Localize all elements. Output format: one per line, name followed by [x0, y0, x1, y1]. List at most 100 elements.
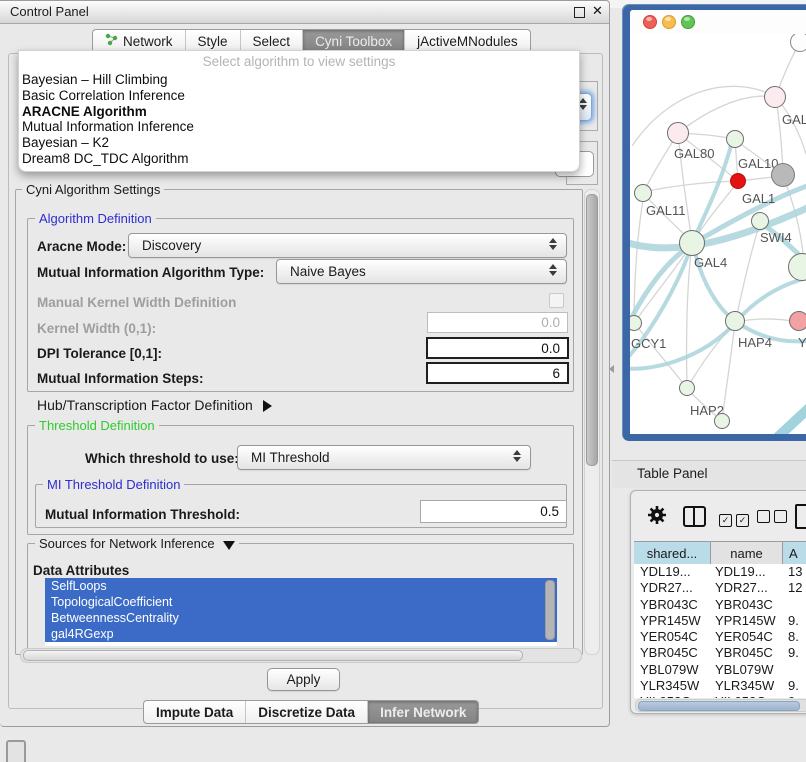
- control-panel-titlebar: Control Panel ✕: [0, 1, 609, 24]
- network-node[interactable]: [725, 311, 745, 331]
- node-label: GAL80: [674, 146, 714, 161]
- table-row[interactable]: YDL19...YDL19...13: [634, 564, 806, 580]
- dpi-tolerance-label: DPI Tolerance [0,1]:: [37, 346, 162, 361]
- mi-steps-label: Mutual Information Steps:: [37, 371, 204, 386]
- column-header-clipped[interactable]: A: [783, 542, 806, 565]
- which-threshold-combo[interactable]: MI Threshold: [237, 445, 531, 470]
- kernel-width-field[interactable]: 0.0: [427, 312, 568, 333]
- table-row[interactable]: YLR345WYLR345W9.: [634, 678, 806, 694]
- network-icon: [105, 33, 118, 49]
- kernel-width-label: Kernel Width (0,1):: [37, 321, 156, 336]
- network-node[interactable]: [726, 130, 744, 148]
- mi-steps-field[interactable]: 6: [426, 362, 569, 384]
- node-label: HAP4: [738, 335, 772, 350]
- scrollbar-thumb[interactable]: [586, 194, 598, 466]
- settings-vertical-scrollbar[interactable]: [584, 189, 600, 655]
- network-node[interactable]: [679, 380, 695, 396]
- attribute-item-selected[interactable]: TopologicalCoefficient: [45, 594, 557, 610]
- close-traffic-light[interactable]: [643, 15, 657, 29]
- table-row[interactable]: YER054CYER054C8.: [634, 629, 806, 645]
- node-label: GAL: [782, 112, 806, 127]
- network-node[interactable]: [764, 86, 786, 108]
- node-label: SWI4: [760, 230, 792, 245]
- table-horizontal-scrollbar[interactable]: [635, 699, 806, 712]
- network-node[interactable]: [667, 122, 689, 144]
- algorithm-dropdown-popup: Select algorithm to view settings Bayesi…: [18, 50, 580, 172]
- hub-definition-toggle[interactable]: Hub/Transcription Factor Definition: [37, 397, 272, 413]
- split-columns-icon[interactable]: [683, 506, 706, 527]
- dropdown-item-selected[interactable]: ARACNE Algorithm: [19, 104, 579, 120]
- tab-impute-data[interactable]: Impute Data: [144, 701, 246, 723]
- table-row[interactable]: YBR043CYBR043C: [634, 597, 806, 613]
- attributes-scrollbar[interactable]: [545, 580, 555, 640]
- network-node-selected[interactable]: [730, 173, 746, 189]
- attribute-item-selected[interactable]: gal4RGexp: [45, 626, 557, 642]
- table-panel-title: Table Panel: [637, 466, 708, 481]
- gear-icon[interactable]: [647, 505, 667, 530]
- manual-kernel-checkbox[interactable]: [549, 293, 564, 308]
- combo-arrows-icon: [513, 450, 521, 462]
- deselect-all-icon[interactable]: [757, 510, 791, 528]
- mi-threshold-field[interactable]: 0.5: [420, 500, 567, 523]
- network-node[interactable]: [679, 230, 705, 256]
- table-body: YDL19...YDL19...13 YDR27...YDR27...12 YB…: [634, 564, 806, 698]
- manual-kernel-label: Manual Kernel Width Definition: [37, 295, 236, 310]
- network-node[interactable]: [634, 184, 652, 202]
- network-view-frame: GAL GAL80 GAL10 GAL1 GAL11 SWI4 GAL4 GCY…: [630, 10, 806, 434]
- attribute-item-selected[interactable]: SelfLoops: [45, 578, 557, 594]
- tab-discretize-data[interactable]: Discretize Data: [246, 701, 368, 723]
- data-attributes-list: SelfLoops TopologicalCoefficient Between…: [45, 578, 557, 646]
- network-view-window: GAL GAL80 GAL10 GAL1 GAL11 SWI4 GAL4 GCY…: [622, 4, 806, 441]
- network-node[interactable]: [790, 34, 806, 52]
- tab-select[interactable]: Select: [241, 30, 304, 52]
- dropdown-item[interactable]: Bayesian – Hill Climbing: [19, 72, 579, 88]
- attribute-item-selected[interactable]: BetweennessCentrality: [45, 610, 557, 626]
- select-all-icon[interactable]: ✓✓: [719, 510, 753, 528]
- node-label: GAL1: [742, 191, 775, 206]
- mi-type-combo[interactable]: Naive Bayes: [276, 259, 567, 284]
- settings-horizontal-scrollbar[interactable]: [20, 648, 582, 663]
- mi-threshold-group-title: MI Threshold Definition: [43, 477, 184, 492]
- table-row[interactable]: YBL079WYBL079W: [634, 662, 806, 678]
- tab-jactivemnodules[interactable]: jActiveMNodules: [405, 30, 530, 52]
- table-row[interactable]: YBR045CYBR045C9.: [634, 645, 806, 661]
- network-canvas[interactable]: GAL GAL80 GAL10 GAL1 GAL11 SWI4 GAL4 GCY…: [630, 34, 806, 434]
- new-table-icon[interactable]: [795, 504, 806, 529]
- tab-cyni-toolbox[interactable]: Cyni Toolbox: [303, 30, 405, 52]
- tab-infer-network[interactable]: Infer Network: [368, 701, 478, 723]
- dropdown-item[interactable]: Bayesian – K2: [19, 135, 579, 151]
- minimize-traffic-light[interactable]: [662, 15, 676, 29]
- dropdown-item[interactable]: Basic Correlation Inference: [19, 88, 579, 104]
- dpi-tolerance-field[interactable]: 0.0: [426, 337, 569, 359]
- dock-panel-icon[interactable]: [6, 740, 26, 762]
- table-panel-window: ✓✓ shared... name A YDL19...YDL19...13 Y…: [630, 490, 806, 714]
- table-panel-header: Table Panel: [612, 460, 806, 488]
- apply-button[interactable]: Apply: [267, 668, 340, 691]
- sources-group-title[interactable]: Sources for Network Inference: [35, 536, 239, 551]
- node-label: GAL11: [646, 203, 686, 218]
- column-header-shared-name[interactable]: shared...: [634, 542, 711, 565]
- network-node[interactable]: [751, 212, 769, 230]
- algorithm-definition-title: Algorithm Definition: [35, 211, 156, 226]
- network-node[interactable]: [714, 413, 730, 429]
- tab-style[interactable]: Style: [186, 30, 241, 52]
- dropdown-placeholder: Select algorithm to view settings: [19, 54, 579, 69]
- scrollbar-thumb[interactable]: [23, 650, 523, 661]
- scrollbar-thumb[interactable]: [638, 701, 800, 711]
- network-node[interactable]: [789, 311, 806, 331]
- network-node[interactable]: [771, 163, 795, 187]
- zoom-traffic-light[interactable]: [681, 15, 695, 29]
- cyni-settings-group-title: Cyni Algorithm Settings: [22, 182, 164, 197]
- aracne-mode-combo[interactable]: Discovery: [128, 233, 567, 258]
- dropdown-item[interactable]: Dream8 DC_TDC Algorithm: [19, 151, 579, 167]
- table-row[interactable]: YIL052CYIL052C9.: [634, 694, 806, 698]
- table-row[interactable]: YPR145WYPR145W9.: [634, 613, 806, 629]
- float-window-icon[interactable]: [574, 7, 585, 18]
- table-row[interactable]: YDR27...YDR27...12: [634, 580, 806, 596]
- close-icon[interactable]: ✕: [592, 3, 603, 19]
- dropdown-item[interactable]: Mutual Information Inference: [19, 119, 579, 135]
- column-header-name[interactable]: name: [711, 542, 783, 565]
- tab-network[interactable]: Network: [93, 30, 186, 52]
- node-label: GCY1: [631, 336, 666, 351]
- cyni-bottom-tabbar: Impute Data Discretize Data Infer Networ…: [143, 700, 479, 724]
